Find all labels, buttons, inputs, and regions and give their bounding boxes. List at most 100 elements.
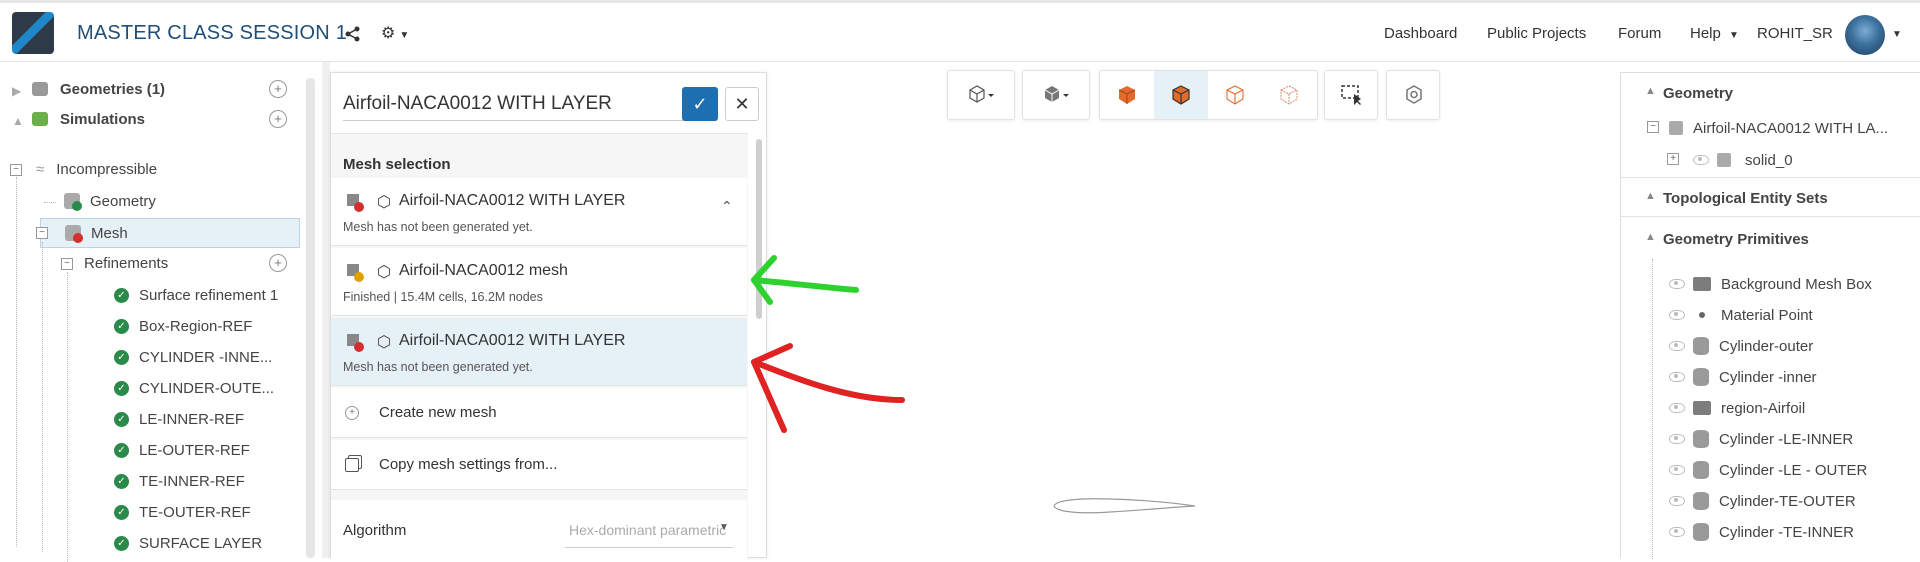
chevron-up-icon[interactable]: ▲	[12, 114, 24, 128]
tree-geometries[interactable]: Geometries (1)	[32, 74, 292, 104]
camera-dropdown[interactable]	[1029, 71, 1083, 119]
refinement-item[interactable]: ✓ CYLINDER-OUTE...	[114, 373, 294, 403]
mesh-item[interactable]: ⬡ Airfoil-NACA0012 mesh Finished | 15.4M…	[331, 248, 747, 316]
geometry-primitives-label: Geometry Primitives	[1663, 231, 1809, 248]
algorithm-select[interactable]: Hex-dominant parametric	[565, 512, 733, 548]
eye-icon[interactable]	[1669, 465, 1685, 475]
chevron-down-icon[interactable]: ▼	[719, 522, 729, 533]
eye-icon[interactable]	[1669, 372, 1685, 382]
confirm-button[interactable]: ✓	[682, 87, 718, 121]
tree-refinements-label: Refinements	[84, 254, 169, 272]
refinement-item[interactable]: ✓ LE-INNER-REF	[114, 404, 294, 434]
primitive-item[interactable]: Cylinder -inner	[1669, 362, 1817, 392]
refinement-label: CYLINDER -INNE...	[139, 348, 273, 366]
primitive-item[interactable]: region-Airfoil	[1669, 393, 1805, 423]
settings-dropdown[interactable]: ⚙ ▼	[381, 23, 417, 43]
tree-simulations[interactable]: Simulations	[32, 104, 292, 134]
hexagon-icon: ⬡	[377, 334, 391, 351]
box-select-button[interactable]	[1325, 71, 1379, 119]
nav-dashboard[interactable]: Dashboard	[1384, 25, 1457, 42]
primitive-item[interactable]: Cylinder -LE - OUTER	[1669, 455, 1867, 485]
primitive-item[interactable]: Cylinder -LE-INNER	[1669, 424, 1853, 454]
surfaces-mode-button[interactable]	[1100, 71, 1154, 119]
refinement-item[interactable]: ✓ CYLINDER -INNE...	[114, 342, 294, 372]
eye-icon[interactable]	[1669, 434, 1685, 444]
tree-geometry[interactable]: Geometry	[64, 186, 294, 216]
geometry-primitives-header[interactable]: ▲ Geometry Primitives	[1621, 219, 1920, 259]
primitive-item[interactable]: Material Point	[1669, 300, 1813, 330]
chevron-up-icon: ▲	[1645, 85, 1656, 97]
geometry-section-header[interactable]: ▲ Geometry	[1621, 73, 1920, 113]
eye-icon[interactable]	[1669, 496, 1685, 506]
chevron-down-icon: ▼	[399, 30, 410, 41]
copy-mesh-settings-button[interactable]: Copy mesh settings from...	[331, 440, 747, 490]
nav-forum[interactable]: Forum	[1618, 25, 1661, 42]
collapse-toggle[interactable]: −	[1647, 121, 1659, 133]
refinement-item[interactable]: ✓ Box-Region-REF	[114, 311, 294, 341]
box-select-icon	[1341, 85, 1361, 105]
expand-toggle[interactable]: +	[1667, 153, 1679, 165]
eye-icon[interactable]	[1693, 155, 1709, 165]
chevron-up-icon: ▲	[1645, 231, 1656, 243]
chevron-right-icon[interactable]: ▶	[12, 84, 21, 98]
nav-help[interactable]: Help ▼	[1690, 25, 1739, 42]
panel-resize-handle[interactable]	[322, 62, 330, 558]
close-button[interactable]: ✕	[725, 87, 759, 121]
add-geometry-button[interactable]: +	[269, 80, 287, 98]
wireframe-mode-button[interactable]	[1208, 71, 1262, 119]
mesh-name-input[interactable]: Airfoil-NACA0012 WITH LAYER	[343, 89, 685, 121]
collapse-toggle[interactable]: −	[10, 164, 22, 176]
refinement-item[interactable]: ✓ TE-INNER-REF	[114, 466, 294, 496]
solid-item[interactable]: solid_0	[1693, 145, 1793, 175]
mesh-item-selected[interactable]: ⬡ Airfoil-NACA0012 WITH LAYER Mesh has n…	[331, 318, 747, 386]
scene-settings-button[interactable]	[1387, 71, 1441, 119]
app-logo[interactable]	[12, 12, 54, 54]
transparent-mode-button[interactable]	[1262, 71, 1316, 119]
add-refinement-button[interactable]: +	[269, 254, 287, 272]
mesh-error-icon	[65, 225, 83, 243]
username[interactable]: ROHIT_SR	[1757, 25, 1833, 42]
check-icon: ✓	[114, 287, 129, 303]
tree-mesh[interactable]: Mesh	[40, 218, 300, 248]
topological-sets-header[interactable]: ▲ Topological Entity Sets	[1621, 177, 1920, 217]
mesh-item-status: Mesh has not been generated yet.	[343, 220, 533, 234]
share-icon[interactable]	[344, 25, 362, 43]
collapse-toggle[interactable]: −	[61, 258, 73, 270]
nav-public-projects[interactable]: Public Projects	[1487, 25, 1586, 42]
eye-icon[interactable]	[1669, 279, 1685, 289]
hexagon-icon: ⬡	[377, 264, 391, 281]
geometry-item[interactable]: Airfoil-NACA0012 WITH LA...	[1669, 113, 1888, 143]
primitive-item[interactable]: Background Mesh Box	[1669, 269, 1872, 299]
eye-icon[interactable]	[1669, 341, 1685, 351]
refinement-label: Surface refinement 1	[139, 286, 279, 304]
eye-icon[interactable]	[1669, 527, 1685, 537]
refinement-item[interactable]: ✓ LE-OUTER-REF	[114, 435, 294, 465]
flow-icon: ≈	[36, 160, 45, 178]
perspective-dropdown[interactable]	[954, 71, 1008, 119]
primitive-item[interactable]: Cylinder-outer	[1669, 331, 1813, 361]
refinement-item[interactable]: ✓ SURFACE LAYER	[114, 528, 294, 558]
create-new-mesh-button[interactable]: + Create new mesh	[331, 388, 747, 438]
tree-refinements[interactable]: Refinements	[84, 248, 284, 278]
collapse-toggle[interactable]: −	[36, 227, 48, 239]
surfaces-edges-mode-button[interactable]	[1154, 71, 1208, 119]
primitive-item[interactable]: Cylinder-TE-OUTER	[1669, 486, 1856, 516]
annotation-arrows	[751, 255, 905, 433]
refinement-label: TE-INNER-REF	[139, 472, 245, 490]
geometry-item-label: Airfoil-NACA0012 WITH LA...	[1693, 119, 1889, 137]
primitive-item[interactable]: Cylinder -TE-INNER	[1669, 517, 1854, 547]
add-simulation-button[interactable]: +	[269, 110, 287, 128]
refinement-label: TE-OUTER-REF	[139, 503, 251, 521]
avatar[interactable]	[1845, 15, 1885, 55]
check-icon: ✓	[114, 442, 129, 458]
eye-icon[interactable]	[1669, 310, 1685, 320]
refinement-item[interactable]: ✓ TE-OUTER-REF	[114, 497, 294, 527]
tree-scrollbar[interactable]	[306, 78, 315, 558]
chevron-down-icon[interactable]: ▼	[1892, 29, 1902, 40]
cylinder-icon	[1693, 523, 1709, 541]
refinement-item[interactable]: ✓ Surface refinement 1	[114, 280, 294, 310]
chevron-up-icon[interactable]: ⌃	[721, 198, 733, 215]
eye-icon[interactable]	[1669, 403, 1685, 413]
tree-incompressible[interactable]: ≈ Incompressible	[36, 154, 286, 184]
mesh-item[interactable]: ⬡ Airfoil-NACA0012 WITH LAYER Mesh has n…	[331, 178, 747, 246]
